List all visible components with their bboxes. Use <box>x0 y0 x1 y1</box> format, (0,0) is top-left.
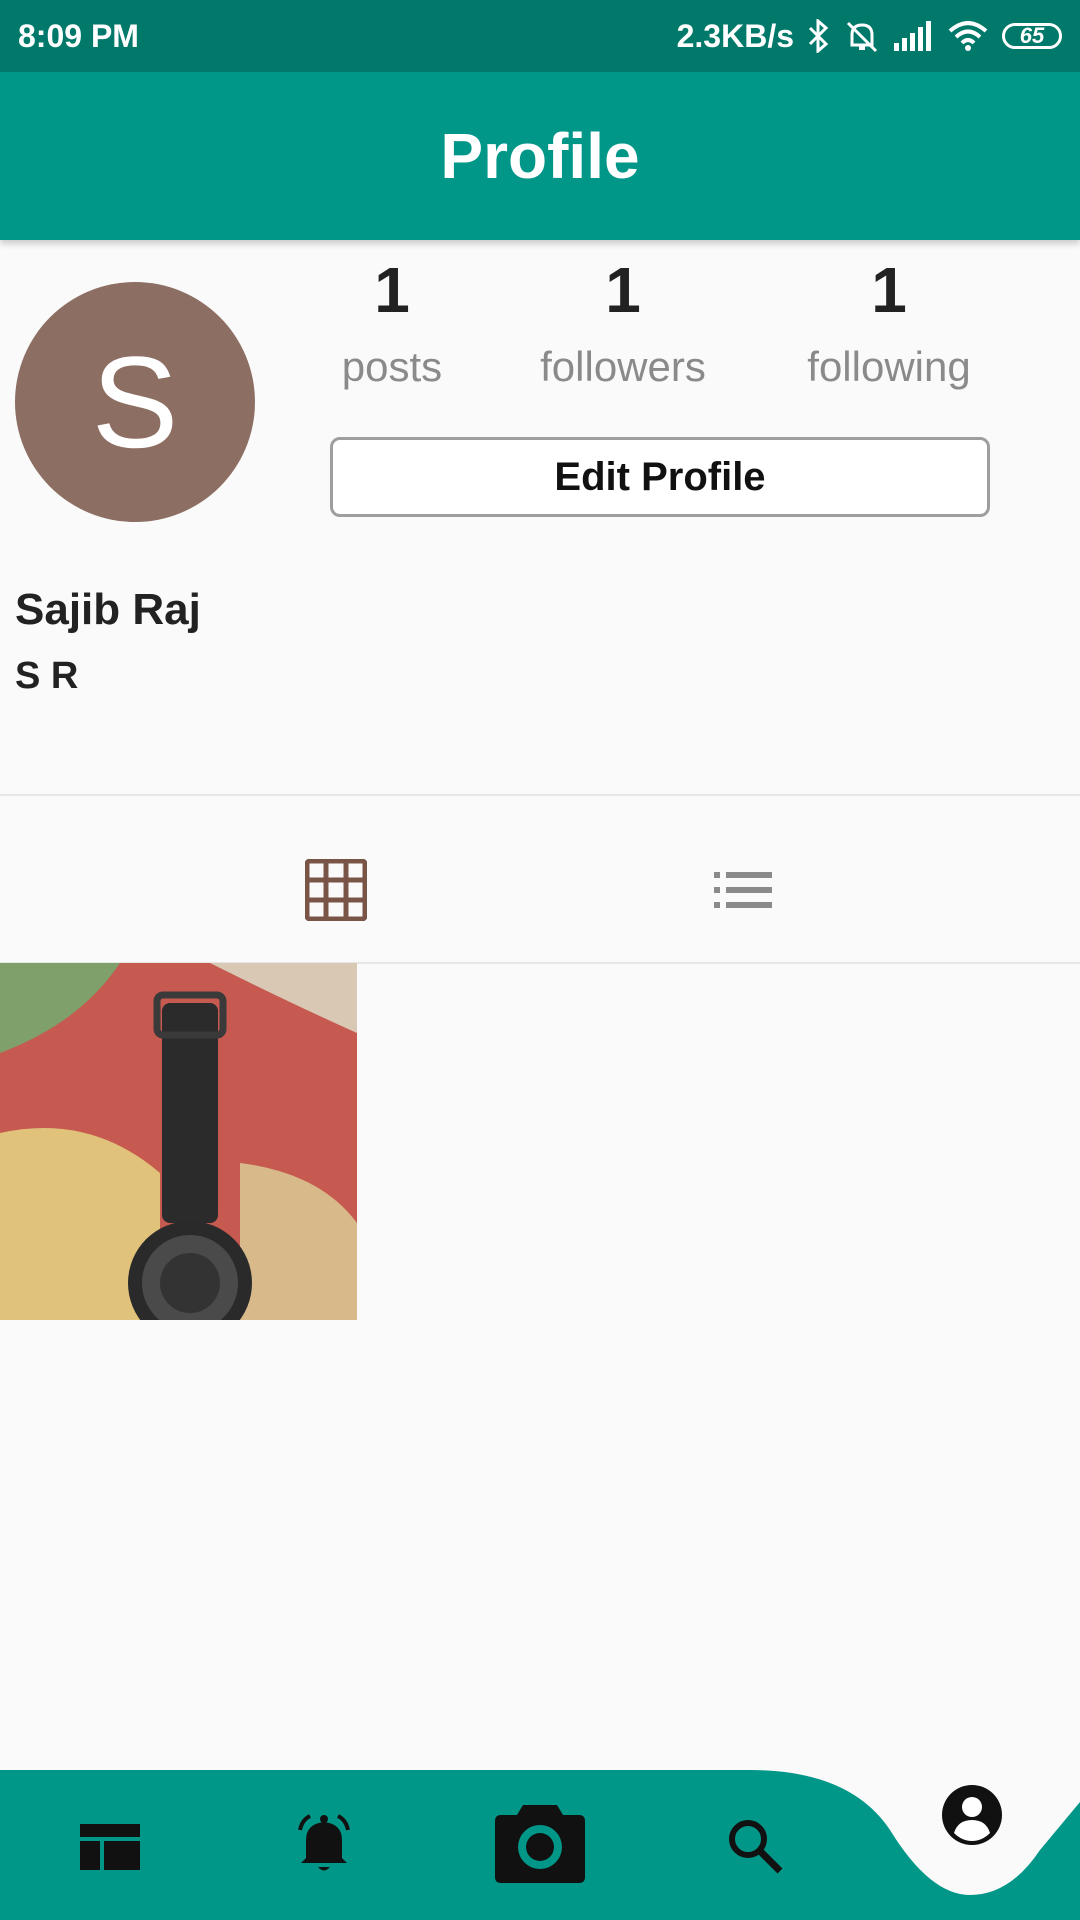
divider <box>0 794 1080 796</box>
page-title: Profile <box>440 120 640 192</box>
stat-followers[interactable]: 1 followers <box>513 255 733 391</box>
battery-level: 65 <box>1019 23 1045 48</box>
profile-username: S R <box>15 655 79 697</box>
status-bar: 8:09 PM 2.3KB/s 65 <box>0 0 1080 72</box>
status-icons: 2.3KB/s 65 <box>677 18 1062 55</box>
post-image <box>0 963 357 1320</box>
feed-icon <box>80 1824 140 1870</box>
bluetooth-icon <box>808 19 829 53</box>
stat-posts-label: posts <box>341 343 443 390</box>
stat-followers-label: followers <box>540 343 706 390</box>
profile-name: Sajib Raj <box>15 585 201 634</box>
tab-list-view[interactable] <box>698 845 788 935</box>
bottom-navigation <box>0 1760 1080 1920</box>
edit-profile-button[interactable]: Edit Profile <box>330 437 990 517</box>
nav-notifications[interactable] <box>274 1794 374 1894</box>
search-icon <box>729 1820 783 1874</box>
nav-search[interactable] <box>705 1796 805 1896</box>
tab-grid-view[interactable] <box>291 845 381 935</box>
account-icon <box>942 1785 1002 1845</box>
status-time: 8:09 PM <box>18 17 139 54</box>
nav-profile[interactable] <box>922 1765 1022 1865</box>
battery-icon: 65 <box>1002 23 1062 49</box>
signal-icon <box>894 21 931 51</box>
stat-following-value: 1 <box>871 254 907 326</box>
stat-followers-value: 1 <box>605 254 641 326</box>
grid-icon <box>305 859 367 921</box>
avatar[interactable]: S <box>15 282 255 522</box>
stat-following[interactable]: 1 following <box>779 255 999 391</box>
app-bar: Profile <box>0 72 1080 240</box>
stat-following-label: following <box>807 343 971 390</box>
bell-icon <box>298 1814 350 1871</box>
bell-off-icon <box>846 21 878 53</box>
stat-posts-value: 1 <box>374 254 410 326</box>
nav-camera[interactable] <box>490 1792 590 1892</box>
post-thumbnail[interactable] <box>0 963 357 1320</box>
camera-icon <box>495 1805 585 1883</box>
list-icon <box>714 872 772 908</box>
stat-posts[interactable]: 1 posts <box>282 255 502 391</box>
avatar-letter: S <box>91 329 179 475</box>
nav-feed[interactable] <box>60 1797 160 1897</box>
network-speed: 2.3KB/s <box>676 17 794 54</box>
wifi-icon <box>948 21 988 51</box>
